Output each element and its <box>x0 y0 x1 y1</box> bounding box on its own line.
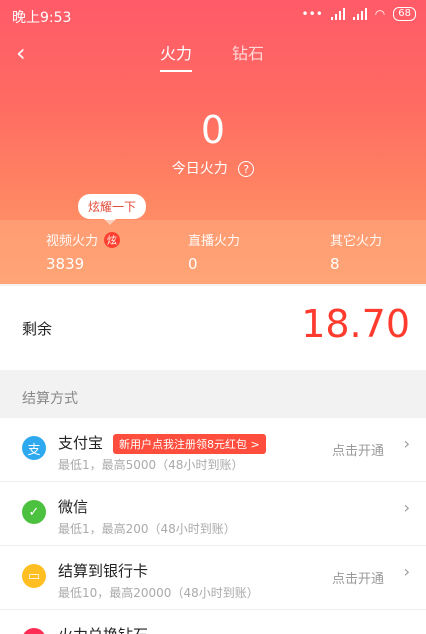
tab-huoli[interactable]: 火力 <box>160 40 193 72</box>
settlement-alipay[interactable]: 支 支付宝 新用户点我注册领8元红包 > 最低1，最高5000（48小时到账） 点… <box>0 418 426 482</box>
method-sub: 最低1，最高5000（48小时到账） <box>58 458 244 472</box>
signal-icon <box>330 8 345 20</box>
chevron-right-icon: › <box>403 434 410 453</box>
settlement-bank[interactable]: ▭ 结算到银行卡 最低10，最高20000（48小时到账） 点击开通 › <box>0 546 426 610</box>
alipay-icon: 支 <box>22 436 46 460</box>
wifi-icon: ◠ <box>374 7 386 21</box>
stat-other[interactable]: 其它火力 8 <box>330 230 382 273</box>
status-time: 晚上9:53 <box>12 10 72 26</box>
method-title: 结算到银行卡 <box>58 562 149 580</box>
flame-badge-icon: 炫 <box>104 231 121 248</box>
settlement-section-title: 结算方式 <box>22 391 78 407</box>
method-title: 火力兑换钻石 <box>58 624 148 634</box>
stat-label: 直播火力 <box>188 234 241 249</box>
tab-zuanshi[interactable]: 钻石 <box>232 40 264 72</box>
stat-value: 8 <box>330 255 340 273</box>
settlement-diamond-exchange[interactable]: ◆ 火力兑换钻石 <box>0 610 426 634</box>
signal-icon <box>352 8 367 20</box>
tab-bar: 火力 钻石 <box>160 40 264 72</box>
balance-label: 剩余 <box>22 320 53 338</box>
diamond-icon: ◆ <box>22 628 46 634</box>
hero-header: 晚上9:53 ••• ◠ 68 ‹ 火力 钻石 0 今日火力 ? 炫耀一下 视频… <box>0 0 426 284</box>
method-sub: 最低1，最高200（48小时到账） <box>58 522 236 536</box>
stat-value: 0 <box>188 255 198 273</box>
method-name: 支付宝 <box>58 434 104 452</box>
back-icon[interactable]: ‹ <box>16 38 46 68</box>
wechat-icon: ✓ <box>22 500 46 524</box>
stat-label: 其它火力 <box>330 234 383 249</box>
open-link[interactable]: 点击开通 <box>332 440 384 459</box>
method-title: 微信 <box>58 498 89 516</box>
stat-video[interactable]: 视频火力炫 3839 <box>46 230 121 273</box>
method-sub: 最低10，最高20000（48小时到账） <box>58 586 259 600</box>
stat-live[interactable]: 直播火力 0 <box>188 230 240 273</box>
dots-icon: ••• <box>301 7 323 21</box>
show-off-tooltip[interactable]: 炫耀一下 <box>78 194 147 225</box>
promo-badge[interactable]: 新用户点我注册领8元红包 > <box>113 433 266 454</box>
help-icon[interactable]: ? <box>238 161 255 177</box>
settlement-list: 支 支付宝 新用户点我注册领8元红包 > 最低1，最高5000（48小时到账） 点… <box>0 418 426 634</box>
app-root: 晚上9:53 ••• ◠ 68 ‹ 火力 钻石 0 今日火力 ? 炫耀一下 视频… <box>0 0 426 634</box>
stat-value: 3839 <box>46 255 85 273</box>
chevron-right-icon: › <box>403 498 410 517</box>
status-icons: ••• ◠ 68 <box>302 7 416 21</box>
status-bar: 晚上9:53 ••• ◠ 68 <box>0 0 426 30</box>
chevron-right-icon: › <box>403 562 410 581</box>
today-firepower-label-row: 今日火力 ? <box>0 158 426 178</box>
bank-card-icon: ▭ <box>22 564 46 588</box>
balance-value: 18.70 <box>301 302 410 346</box>
open-link[interactable]: 点击开通 <box>332 568 384 587</box>
stats-bar: 视频火力炫 3839 直播火力 0 其它火力 8 <box>0 220 426 284</box>
top-nav: ‹ 火力 钻石 <box>0 32 426 76</box>
stat-label: 视频火力 <box>46 234 99 249</box>
balance-card: 剩余 18.70 <box>0 286 426 370</box>
battery-icon: 68 <box>393 7 416 21</box>
settlement-wechat[interactable]: ✓ 微信 最低1，最高200（48小时到账） › <box>0 482 426 546</box>
today-firepower-label: 今日火力 <box>171 161 228 177</box>
method-title: 支付宝 新用户点我注册领8元红包 > <box>58 432 266 454</box>
today-firepower-value: 0 <box>200 108 226 152</box>
